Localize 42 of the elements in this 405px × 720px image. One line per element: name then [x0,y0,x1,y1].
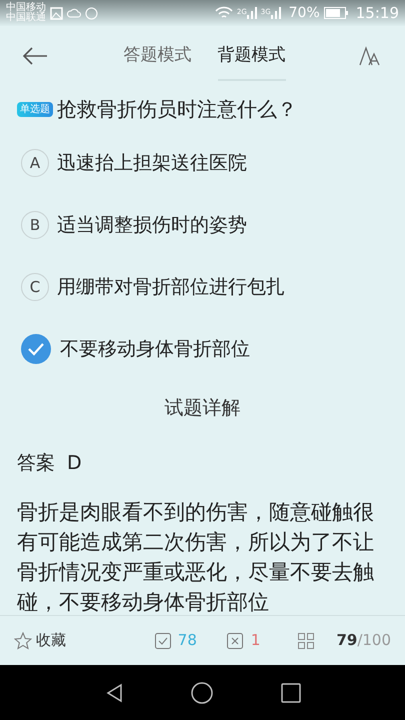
carrier-label: 中国联通 [6,13,46,23]
signal-icon [270,7,281,19]
home-nav-icon[interactable] [190,682,212,704]
explanation-text: 骨折是肉眼看不到的伤害，随意碰触很有可能造成第二次伤害，所以为了不让骨折情况变严重或恶化，尽量不要去触碰，不要移动身体骨折部位 [17,499,375,615]
back-arrow-icon[interactable] [22,47,48,65]
cloud-icon [67,7,81,19]
answer-label: 答案 [17,450,55,476]
battery-icon [324,7,348,19]
question-type-badge: 单选题 [17,102,53,116]
current-question-number: 79 [336,631,358,650]
recents-nav-icon[interactable] [280,682,300,702]
wifi-icon [214,6,233,20]
back-nav-icon[interactable] [104,682,122,702]
checkbox-check-icon [154,632,171,648]
option-text: 用绷带对骨折部位进行包扎 [57,274,285,300]
favorite-button[interactable]: 收藏 [14,629,66,652]
image-icon [50,6,63,20]
option-letter: B [21,211,49,239]
option-letter: A [21,149,49,177]
signal-icon [246,7,257,19]
clock: 15:19 [356,2,399,24]
answer-option[interactable]: 不要移动身体骨折部位 [17,318,388,380]
answer-option[interactable]: B 适当调整损伤时的姿势 [17,194,388,256]
mode-tab[interactable]: 答题模式 [124,31,192,81]
answer-value: D [67,450,82,476]
checkbox-cross-icon [226,632,243,648]
star-icon [14,632,32,650]
option-text: 不要移动身体骨折部位 [60,336,250,362]
total-question-count: /100 [357,631,391,650]
battery-percent: 70% [288,4,320,22]
grid-icon[interactable] [298,632,314,648]
correct-count: 78 [178,630,197,652]
wrong-count: 1 [250,630,260,652]
question-text: 抢救骨折伤员时注意什么？ [57,96,297,123]
mode-tab[interactable]: 背题模式 [218,31,286,81]
detail-heading: 试题详解 [164,396,240,421]
carrier-label: 中国移动 [6,3,46,13]
answer-option[interactable]: C 用绷带对骨折部位进行包扎 [17,256,388,318]
option-letter: C [21,273,49,301]
answer-option[interactable]: A 迅速抬上担架送往医院 [17,132,388,194]
option-text: 迅速抬上担架送往医院 [57,150,247,176]
option-text: 适当调整损伤时的姿势 [57,212,247,238]
